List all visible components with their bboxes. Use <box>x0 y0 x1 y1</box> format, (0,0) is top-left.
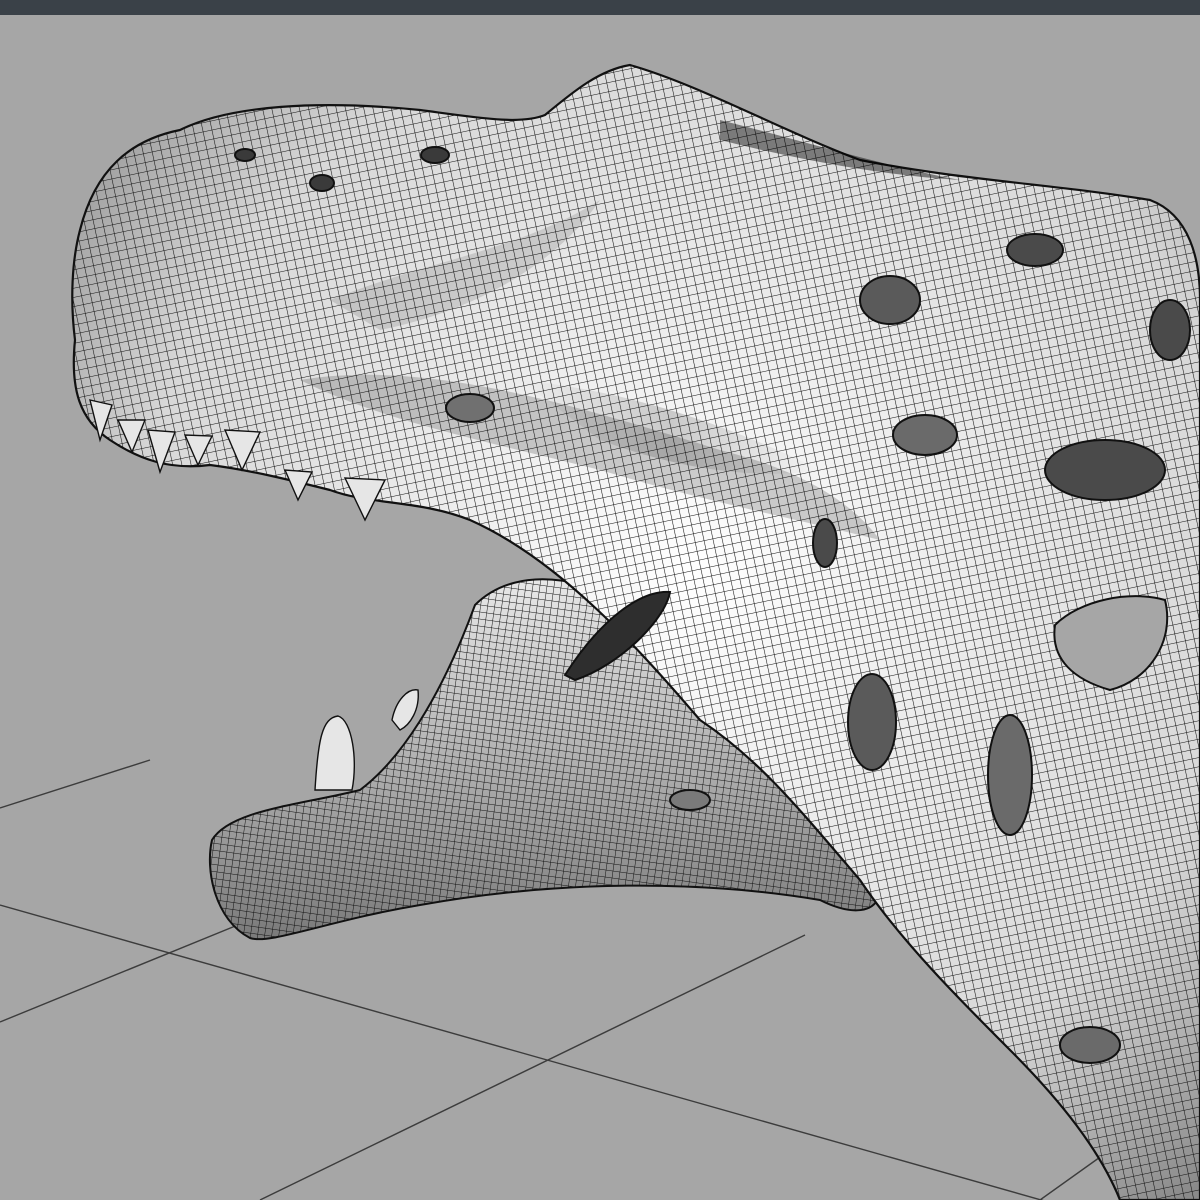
eye-opening <box>859 275 921 325</box>
viewport-canvas[interactable] <box>0 15 1200 1200</box>
3d-viewport[interactable] <box>0 15 1200 1200</box>
viewport-title-bar <box>0 0 1200 15</box>
skull-mesh[interactable] <box>71 63 1200 1200</box>
nostril-opening <box>420 146 450 164</box>
